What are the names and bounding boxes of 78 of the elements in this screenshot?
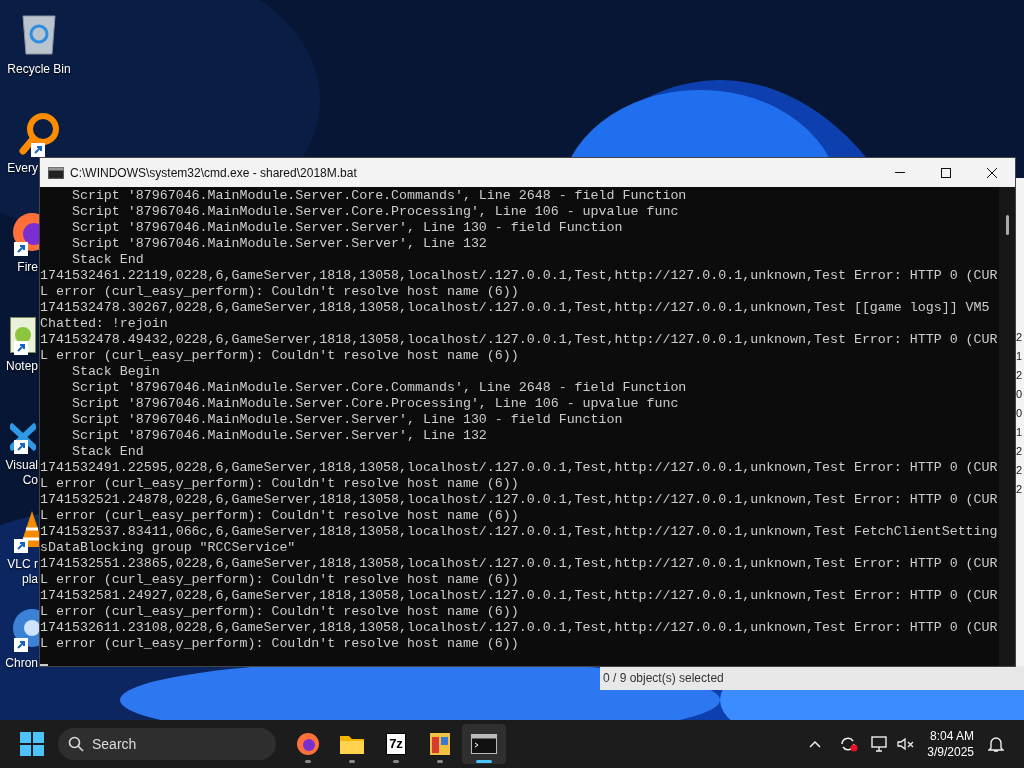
- clock-time: 8:04 AM: [929, 728, 974, 744]
- table-cell-text: 2: [1016, 463, 1024, 478]
- console-line: L error (curl_easy_perform): Couldn't resolve host name (6)): [40, 572, 520, 588]
- windows-logo-icon: [20, 732, 44, 756]
- table-cell-text: 0: [1016, 406, 1024, 421]
- console-line: Script '87967046.MainModule.Server.Core.Commands', Line 2648 - field Function: [70, 188, 688, 204]
- console-line: 1741532537.83411,066c,6,GameServer,1818,13058,localhost/.127.0.0.1,Test,http://127.0.0.1,unknown,Test FetchClientSetting: [40, 524, 999, 540]
- console-line: Script '87967046.MainModule.Server.Server', Line 130 - field Function: [70, 220, 624, 236]
- archiver-icon: 7z: [386, 733, 406, 755]
- terminal-icon: [471, 734, 497, 754]
- icon-label[interactable]: VLC r: [7, 557, 38, 572]
- console-line: L error (curl_easy_perform): Couldn't resolve host name (6)): [40, 476, 520, 492]
- table-cell-text: 2: [1016, 330, 1024, 345]
- sync-alert-icon[interactable]: [839, 735, 860, 753]
- search-input[interactable]: Search: [92, 733, 242, 755]
- table-cell-text: 2: [1016, 482, 1024, 497]
- console-line: 1741532491.22595,0228,6,GameServer,1818,13058,localhost/.127.0.0.1,Test,http://127.0.0.1,unknown,Test Error: HTTP 0 (CUR: [40, 460, 999, 476]
- console-line: sDataBlocking group "RCCService": [40, 540, 297, 556]
- icon-label[interactable]: Recycle Bin: [7, 62, 71, 77]
- console-line: L error (curl_easy_perform): Couldn't resolve host name (6)): [40, 348, 520, 364]
- scrollbar[interactable]: [999, 187, 1015, 666]
- console-line: Stack End: [70, 444, 145, 460]
- icon-label[interactable]: Every: [7, 161, 38, 176]
- window-title: C:\WINDOWS\system32\cmd.exe - shared\2018M.bat: [70, 164, 357, 182]
- console-line: Stack End: [70, 252, 145, 268]
- folder-icon: [339, 733, 365, 755]
- taskbar-app-button[interactable]: 7z: [374, 724, 418, 764]
- console-line: 1741532611.23108,0228,6,GameServer,1818,13058,localhost/.127.0.0.1,Test,http://127.0.0.1,unknown,Test Error: HTTP 0 (CUR: [40, 620, 999, 636]
- console-line: Script '87967046.MainModule.Server.Core.Processing', Line 106 - upvalue func: [70, 204, 680, 220]
- console-line: 1741532551.23865,0228,6,GameServer,1818,13058,localhost/.127.0.0.1,Test,http://127.0.0.1,unknown,Test Error: HTTP 0 (CUR: [40, 556, 999, 572]
- start-button[interactable]: [18, 730, 46, 758]
- console-line: 1741532461.22119,0228,6,GameServer,1818,13058,localhost/.127.0.0.1,Test,http://127.0.0.1,unknown,Test Error: HTTP 0 (CUR: [40, 268, 999, 284]
- scroll-thumb[interactable]: [1005, 215, 1009, 235]
- console-line: 1741532521.24878,0228,6,GameServer,1818,13058,localhost/.127.0.0.1,Test,http://127.0.0.1,unknown,Test Error: HTTP 0 (CUR: [40, 492, 999, 508]
- console-line: L error (curl_easy_perform): Couldn't resolve host name (6)): [40, 604, 520, 620]
- console-line: Script '87967046.MainModule.Server.Server', Line 130 - field Function: [70, 412, 624, 428]
- close-icon: [987, 167, 997, 178]
- status-text: 0 / 9 object(s) selected: [603, 670, 724, 687]
- code-editor-icon: [10, 422, 36, 452]
- icon-label[interactable]: pla: [22, 572, 38, 587]
- table-cell-text: 2: [1016, 368, 1024, 383]
- console-line: L error (curl_easy_perform): Couldn't resolve host name (6)): [40, 508, 520, 524]
- maximize-icon: [941, 167, 951, 178]
- console-line: 1741532478.49432,0228,6,GameServer,1818,13058,localhost/.127.0.0.1,Test,http://127.0.0.1,unknown,Test Error: HTTP 0 (CUR: [40, 332, 999, 348]
- clock-date: 3/9/2025: [927, 744, 974, 760]
- console-line: Script '87967046.MainModule.Server.Server', Line 132: [70, 236, 488, 252]
- search-field[interactable]: Search: [58, 728, 276, 760]
- monitor-icon[interactable]: [871, 736, 890, 752]
- console-line: L error (curl_easy_perform): Couldn't resolve host name (6)): [40, 284, 520, 300]
- console-icon: [48, 166, 64, 179]
- table-cell-text: 1: [1016, 349, 1024, 364]
- minimize-icon: [895, 172, 905, 173]
- search-icon: [68, 736, 84, 752]
- console-line: Stack Begin: [70, 364, 161, 380]
- console-line: Script '87967046.MainModule.Server.Core.Commands', Line 2648 - field Function: [70, 380, 688, 396]
- icon-label[interactable]: Co: [22, 473, 38, 488]
- console-line: 1741532478.30267,0228,6,GameServer,1818,13058,localhost/.127.0.0.1,Test,http://127.0.0.1,unknown,Test [[game logs]] VM5: [40, 300, 991, 316]
- sound-muted-icon[interactable]: [897, 736, 916, 752]
- icon-label[interactable]: Chron: [5, 656, 38, 671]
- paint-icon: [429, 732, 451, 756]
- table-cell-text: 2: [1016, 444, 1024, 459]
- chevron-up-icon[interactable]: [809, 740, 822, 748]
- console-line: 1741532581.24927,0228,6,GameServer,1818,13058,localhost/.127.0.0.1,Test,http://127.0.0.1,unknown,Test Error: HTTP 0 (CUR: [40, 588, 999, 604]
- console-line: L error (curl_easy_perform): Couldn't resolve host name (6)): [40, 636, 520, 652]
- magnifier-icon: [17, 111, 61, 155]
- console-line: Script '87967046.MainModule.Server.Core.Processing', Line 106 - upvalue func: [70, 396, 680, 412]
- firefox-icon: [296, 732, 320, 756]
- console-line: Script '87967046.MainModule.Server.Server', Line 132: [70, 428, 488, 444]
- taskbar-app-button[interactable]: [462, 724, 506, 764]
- icon-label[interactable]: Visual: [5, 458, 38, 473]
- console-line: Chatted: !rejoin: [40, 316, 169, 332]
- icon-label[interactable]: Fire: [17, 260, 38, 275]
- text-cursor: [40, 664, 48, 666]
- notification-bell-icon[interactable]: [988, 735, 1004, 753]
- table-cell-text: 1: [1016, 425, 1024, 440]
- table-cell-text: 0: [1016, 387, 1024, 402]
- clock[interactable]: 8:04 AM 3/9/2025: [927, 728, 974, 760]
- icon-label[interactable]: Notep: [5, 359, 38, 374]
